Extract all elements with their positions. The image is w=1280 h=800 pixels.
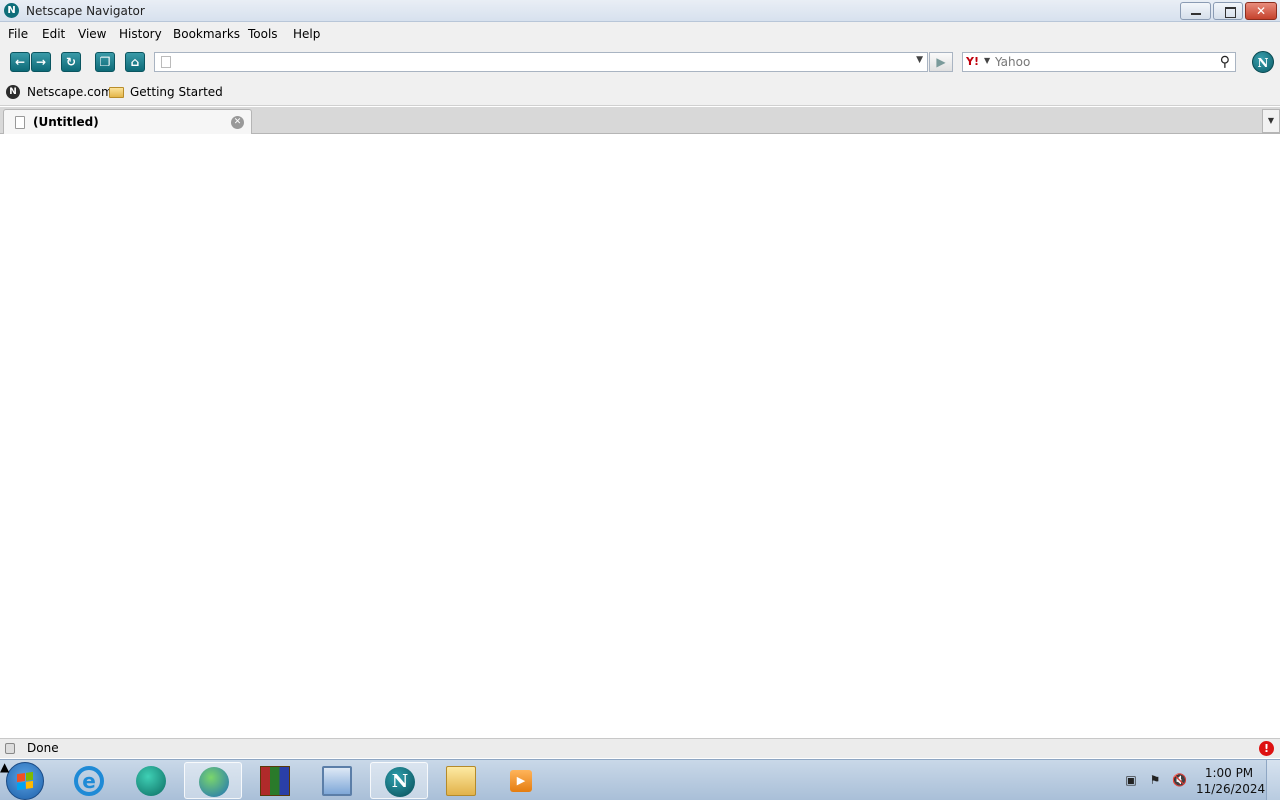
chevron-down-icon[interactable]: ▼ (916, 55, 923, 65)
alert-icon[interactable]: ! (1259, 741, 1274, 756)
menu-edit[interactable]: Edit (42, 27, 65, 41)
taskbar-media-player[interactable]: ▶ (492, 762, 550, 799)
forward-button[interactable]: → (31, 52, 51, 72)
device-icon[interactable]: ▣ (1124, 773, 1138, 787)
close-icon: ✕ (1255, 4, 1267, 18)
windows-logo-icon (17, 771, 33, 791)
taskbar-winrar[interactable] (246, 762, 304, 799)
show-hidden-icons-icon[interactable]: ▲ (0, 760, 9, 800)
new-tab-button[interactable]: ❐ (95, 52, 115, 72)
back-button[interactable]: ← (10, 52, 30, 72)
back-arrow-icon: ← (14, 55, 26, 69)
action-center-flag-icon[interactable]: ⚑ (1148, 773, 1162, 787)
search-input[interactable] (995, 54, 1205, 70)
status-bar: Done ! (0, 738, 1280, 758)
media-player-icon: ▶ (510, 770, 532, 792)
url-input[interactable] (175, 54, 895, 70)
taskbar-explorer[interactable] (432, 762, 490, 799)
restore-button[interactable] (1213, 2, 1243, 20)
clock-time: 1:00 PM (1204, 766, 1254, 780)
computer-icon (322, 766, 352, 796)
taskbar-messenger[interactable] (122, 762, 180, 799)
menu-bookmarks[interactable]: Bookmarks (173, 27, 240, 41)
clock[interactable]: 1:00 PM 11/26/2024 (1196, 765, 1266, 797)
netscape-icon: N (6, 85, 20, 99)
security-icon (5, 743, 15, 754)
messenger-icon (136, 766, 166, 796)
minimize-button[interactable] (1180, 2, 1211, 20)
new-tab-icon: ❐ (99, 55, 111, 69)
page-icon (15, 116, 25, 129)
taskbar-download-manager[interactable] (184, 762, 242, 799)
search-bar[interactable]: Y! ▼ ⚲ (962, 52, 1236, 72)
url-bar[interactable]: ▼ (154, 52, 928, 72)
page-content[interactable] (0, 135, 1280, 738)
menu-tools[interactable]: Tools (248, 27, 278, 41)
go-button[interactable]: ▶ (929, 52, 953, 72)
taskbar-computer[interactable] (308, 762, 366, 799)
window-titlebar[interactable]: N Netscape Navigator ✕ (0, 0, 1280, 22)
bookmark-getting-started[interactable]: Getting Started (130, 85, 223, 99)
tab-label: (Untitled) (33, 115, 99, 129)
menu-file[interactable]: File (8, 27, 28, 41)
menu-help[interactable]: Help (293, 27, 320, 41)
tab-list-button[interactable]: ▼ (1262, 109, 1280, 133)
menu-history[interactable]: History (119, 27, 162, 41)
navigation-toolbar: ← → ↻ ❐ ⌂ ▼ ▶ Y! ▼ ⚲ N (0, 46, 1280, 78)
internet-explorer-icon: e (74, 766, 104, 796)
netscape-icon: N (4, 3, 19, 18)
clock-date: 11/26/2024 (1196, 782, 1266, 796)
folder-icon (446, 766, 476, 796)
tab-strip: (Untitled) ✕ ▼ (0, 107, 1280, 134)
home-icon: ⌂ (130, 55, 140, 69)
folder-icon (109, 87, 124, 98)
close-button[interactable]: ✕ (1245, 2, 1277, 20)
home-button[interactable]: ⌂ (125, 52, 145, 72)
winrar-icon (260, 766, 290, 796)
menu-bar: File Edit View History Bookmarks Tools H… (0, 22, 1280, 46)
page-icon (161, 56, 171, 68)
taskbar-internet-explorer[interactable]: e (60, 762, 118, 799)
show-desktop-button[interactable] (1266, 760, 1280, 800)
go-arrow-icon: ▶ (936, 55, 946, 69)
chevron-down-icon: ▼ (1267, 116, 1275, 125)
volume-muted-icon[interactable]: 🔇 (1172, 773, 1187, 787)
close-tab-icon[interactable]: ✕ (231, 116, 244, 129)
start-button[interactable] (6, 762, 44, 800)
bookmark-netscape-com[interactable]: Netscape.com (27, 85, 113, 99)
search-icon[interactable]: ⚲ (1220, 54, 1230, 70)
window-title: Netscape Navigator (26, 4, 145, 18)
reload-button[interactable]: ↻ (61, 52, 81, 72)
menu-view[interactable]: View (78, 27, 106, 41)
netscape-logo-icon[interactable]: N (1252, 51, 1274, 73)
globe-download-icon (199, 767, 229, 797)
bookmarks-toolbar: N Netscape.com Getting Started (0, 78, 1280, 106)
status-text: Done (27, 741, 59, 755)
reload-icon: ↻ (65, 55, 77, 69)
tab-untitled[interactable]: (Untitled) ✕ (3, 109, 252, 134)
taskbar-netscape[interactable]: N (370, 762, 428, 799)
yahoo-icon[interactable]: Y! (966, 55, 979, 68)
netscape-icon: N (385, 767, 415, 797)
chevron-down-icon[interactable]: ▼ (984, 56, 990, 65)
forward-arrow-icon: → (35, 55, 47, 69)
taskbar: e N ▶ ▲ ▣ ⚑ 🔇 1:00 PM 11/26/2024 (0, 759, 1280, 800)
